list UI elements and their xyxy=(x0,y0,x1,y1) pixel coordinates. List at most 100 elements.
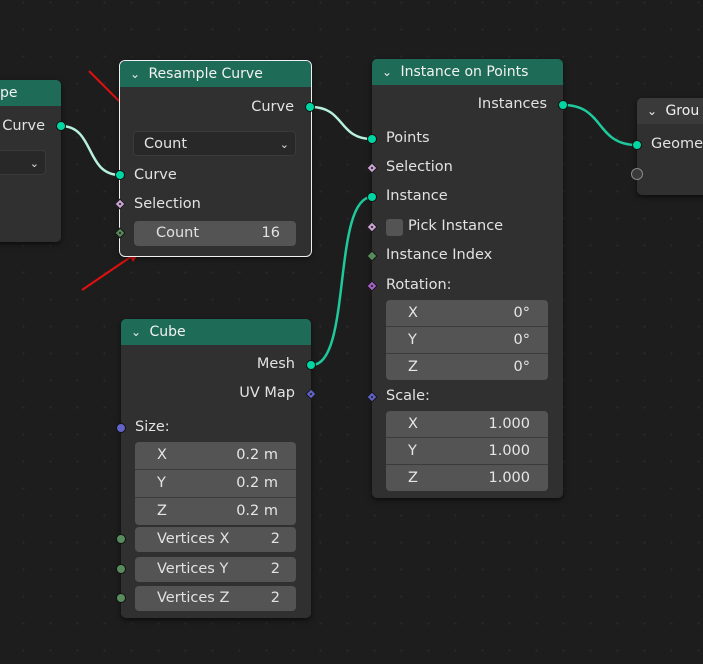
points-input-socket[interactable] xyxy=(367,134,377,144)
axis-value: 1.000 xyxy=(488,470,530,486)
mode-dropdown[interactable]: Count ⌄ xyxy=(133,131,296,156)
input-selection-label: Selection xyxy=(134,196,201,212)
scale-y-field[interactable]: Y 1.000 xyxy=(386,438,548,465)
axis-value: 1.000 xyxy=(488,443,530,459)
axis-value: 1.000 xyxy=(488,416,530,432)
node-header[interactable]: ⌄ Resample Curve xyxy=(120,61,311,87)
size-z-field[interactable]: Z 0.2 m xyxy=(135,498,296,525)
axis-value: 0° xyxy=(513,359,530,375)
geometry-input-label: Geomet xyxy=(651,136,703,152)
mesh-output-socket[interactable] xyxy=(306,360,316,370)
node-links xyxy=(60,70,638,367)
axis-label: Z xyxy=(408,470,418,486)
collapse-chevron-icon[interactable]: ⌄ xyxy=(130,61,144,87)
pick-instance-label: Pick Instance xyxy=(408,218,504,234)
size-x-field[interactable]: X 0.2 m xyxy=(135,442,296,470)
link-mesh-to-instance xyxy=(311,195,373,367)
vertices-z-socket[interactable] xyxy=(116,593,126,603)
vertices-y-label: Vertices Y xyxy=(157,561,229,577)
axis-value: 0.2 m xyxy=(236,447,278,463)
scale-x-field[interactable]: X 1.000 xyxy=(386,411,548,438)
node-header[interactable]: ⌄ Cube xyxy=(121,319,311,345)
resample-input-curve-socket[interactable] xyxy=(115,170,125,180)
axis-label: Y xyxy=(408,443,417,459)
axis-label: Z xyxy=(157,503,167,519)
node-title: Cube xyxy=(149,324,186,340)
rotation-label: Rotation: xyxy=(386,277,452,293)
mode-dropdown[interactable]: ⌄ xyxy=(0,150,46,175)
vertices-y-field[interactable]: Vertices Y 2 xyxy=(135,557,296,582)
vertices-y-socket[interactable] xyxy=(116,564,126,574)
cube-node[interactable]: ⌄ Cube Mesh UV Map Size: X 0.2 m Y 0.2 m Z… xyxy=(121,319,311,618)
link-instances-to-group xyxy=(562,103,638,147)
count-label: Count xyxy=(156,225,200,241)
instance-index-label: Instance Index xyxy=(386,247,493,263)
node-title: Instance on Points xyxy=(400,64,529,80)
group-output-node[interactable]: ⌄ Grou Geomet xyxy=(637,98,703,195)
rotation-z-field[interactable]: Z 0° xyxy=(386,354,548,380)
count-value: 16 xyxy=(261,225,280,241)
output-instances-label: Instances xyxy=(477,96,547,112)
output-mesh-label: Mesh xyxy=(256,356,295,372)
resample-curve-node[interactable]: ⌄ Resample Curve Curve Count ⌄ Curve Sel… xyxy=(119,60,312,257)
pick-instance-checkbox[interactable] xyxy=(386,219,403,236)
node-title: Grou xyxy=(665,103,700,119)
vertices-x-value: 2 xyxy=(270,531,280,547)
input-curve-label: Curve xyxy=(134,167,177,183)
node-header[interactable]: ⌄ Instance on Points xyxy=(372,59,563,85)
output-curve-socket[interactable] xyxy=(56,121,66,131)
input-points-label: Points xyxy=(386,130,430,146)
node-title: pe xyxy=(0,85,18,101)
axis-value: 0° xyxy=(513,305,530,321)
scale-vector-field[interactable]: X 1.000 Y 1.000 Z 1.000 xyxy=(386,411,548,491)
output-uv-label: UV Map xyxy=(239,385,295,401)
link-curve-to-resample xyxy=(60,124,121,177)
scale-label: Scale: xyxy=(386,388,430,404)
collapse-chevron-icon[interactable]: ⌄ xyxy=(382,59,396,85)
axis-label: Y xyxy=(408,332,417,348)
size-input-socket[interactable] xyxy=(116,423,126,433)
input-selection-label: Selection xyxy=(386,159,453,175)
chevron-down-icon: ⌄ xyxy=(279,138,289,151)
output-curve-label: Curve xyxy=(2,118,45,134)
vertices-x-label: Vertices X xyxy=(157,531,230,547)
resample-output-curve-socket[interactable] xyxy=(305,102,315,112)
axis-label: X xyxy=(408,416,418,432)
vertices-y-value: 2 xyxy=(270,561,280,577)
geometry-input-socket[interactable] xyxy=(632,140,642,150)
size-vector-field[interactable]: X 0.2 m Y 0.2 m Z 0.2 m xyxy=(135,442,296,525)
axis-label: Z xyxy=(408,359,418,375)
link-resample-to-points xyxy=(310,105,373,141)
collapse-chevron-icon[interactable]: ⌄ xyxy=(647,98,661,124)
mode-value: Count xyxy=(144,136,188,152)
rotation-x-field[interactable]: X 0° xyxy=(386,300,548,327)
node-header[interactable]: pe xyxy=(0,80,61,106)
vertices-x-socket[interactable] xyxy=(116,534,126,544)
curve-source-node[interactable]: pe Curve ⌄ xyxy=(0,80,61,242)
vertices-z-field[interactable]: Vertices Z 2 xyxy=(135,586,296,611)
instance-on-points-node[interactable]: ⌄ Instance on Points Instances Points Se… xyxy=(372,59,563,498)
vertices-z-value: 2 xyxy=(270,590,280,606)
instance-input-socket[interactable] xyxy=(367,192,377,202)
vertices-z-label: Vertices Z xyxy=(157,590,230,606)
size-label: Size: xyxy=(135,419,170,435)
count-field[interactable]: Count 16 xyxy=(134,221,296,246)
scale-z-field[interactable]: Z 1.000 xyxy=(386,465,548,491)
vertices-x-field[interactable]: Vertices X 2 xyxy=(135,527,296,552)
axis-label: X xyxy=(157,447,167,463)
chevron-down-icon: ⌄ xyxy=(29,157,39,170)
instances-output-socket[interactable] xyxy=(558,100,568,110)
axis-value: 0.2 m xyxy=(236,503,278,519)
axis-label: Y xyxy=(157,475,166,491)
rotation-vector-field[interactable]: X 0° Y 0° Z 0° xyxy=(386,300,548,380)
axis-value: 0.2 m xyxy=(236,475,278,491)
axis-label: X xyxy=(408,305,418,321)
node-title: Resample Curve xyxy=(148,66,263,82)
collapse-chevron-icon[interactable]: ⌄ xyxy=(131,319,145,345)
rotation-y-field[interactable]: Y 0° xyxy=(386,327,548,354)
node-header[interactable]: ⌄ Grou xyxy=(637,98,703,124)
axis-value: 0° xyxy=(513,332,530,348)
size-y-field[interactable]: Y 0.2 m xyxy=(135,470,296,498)
empty-input-socket[interactable] xyxy=(631,168,643,180)
input-instance-label: Instance xyxy=(386,188,448,204)
